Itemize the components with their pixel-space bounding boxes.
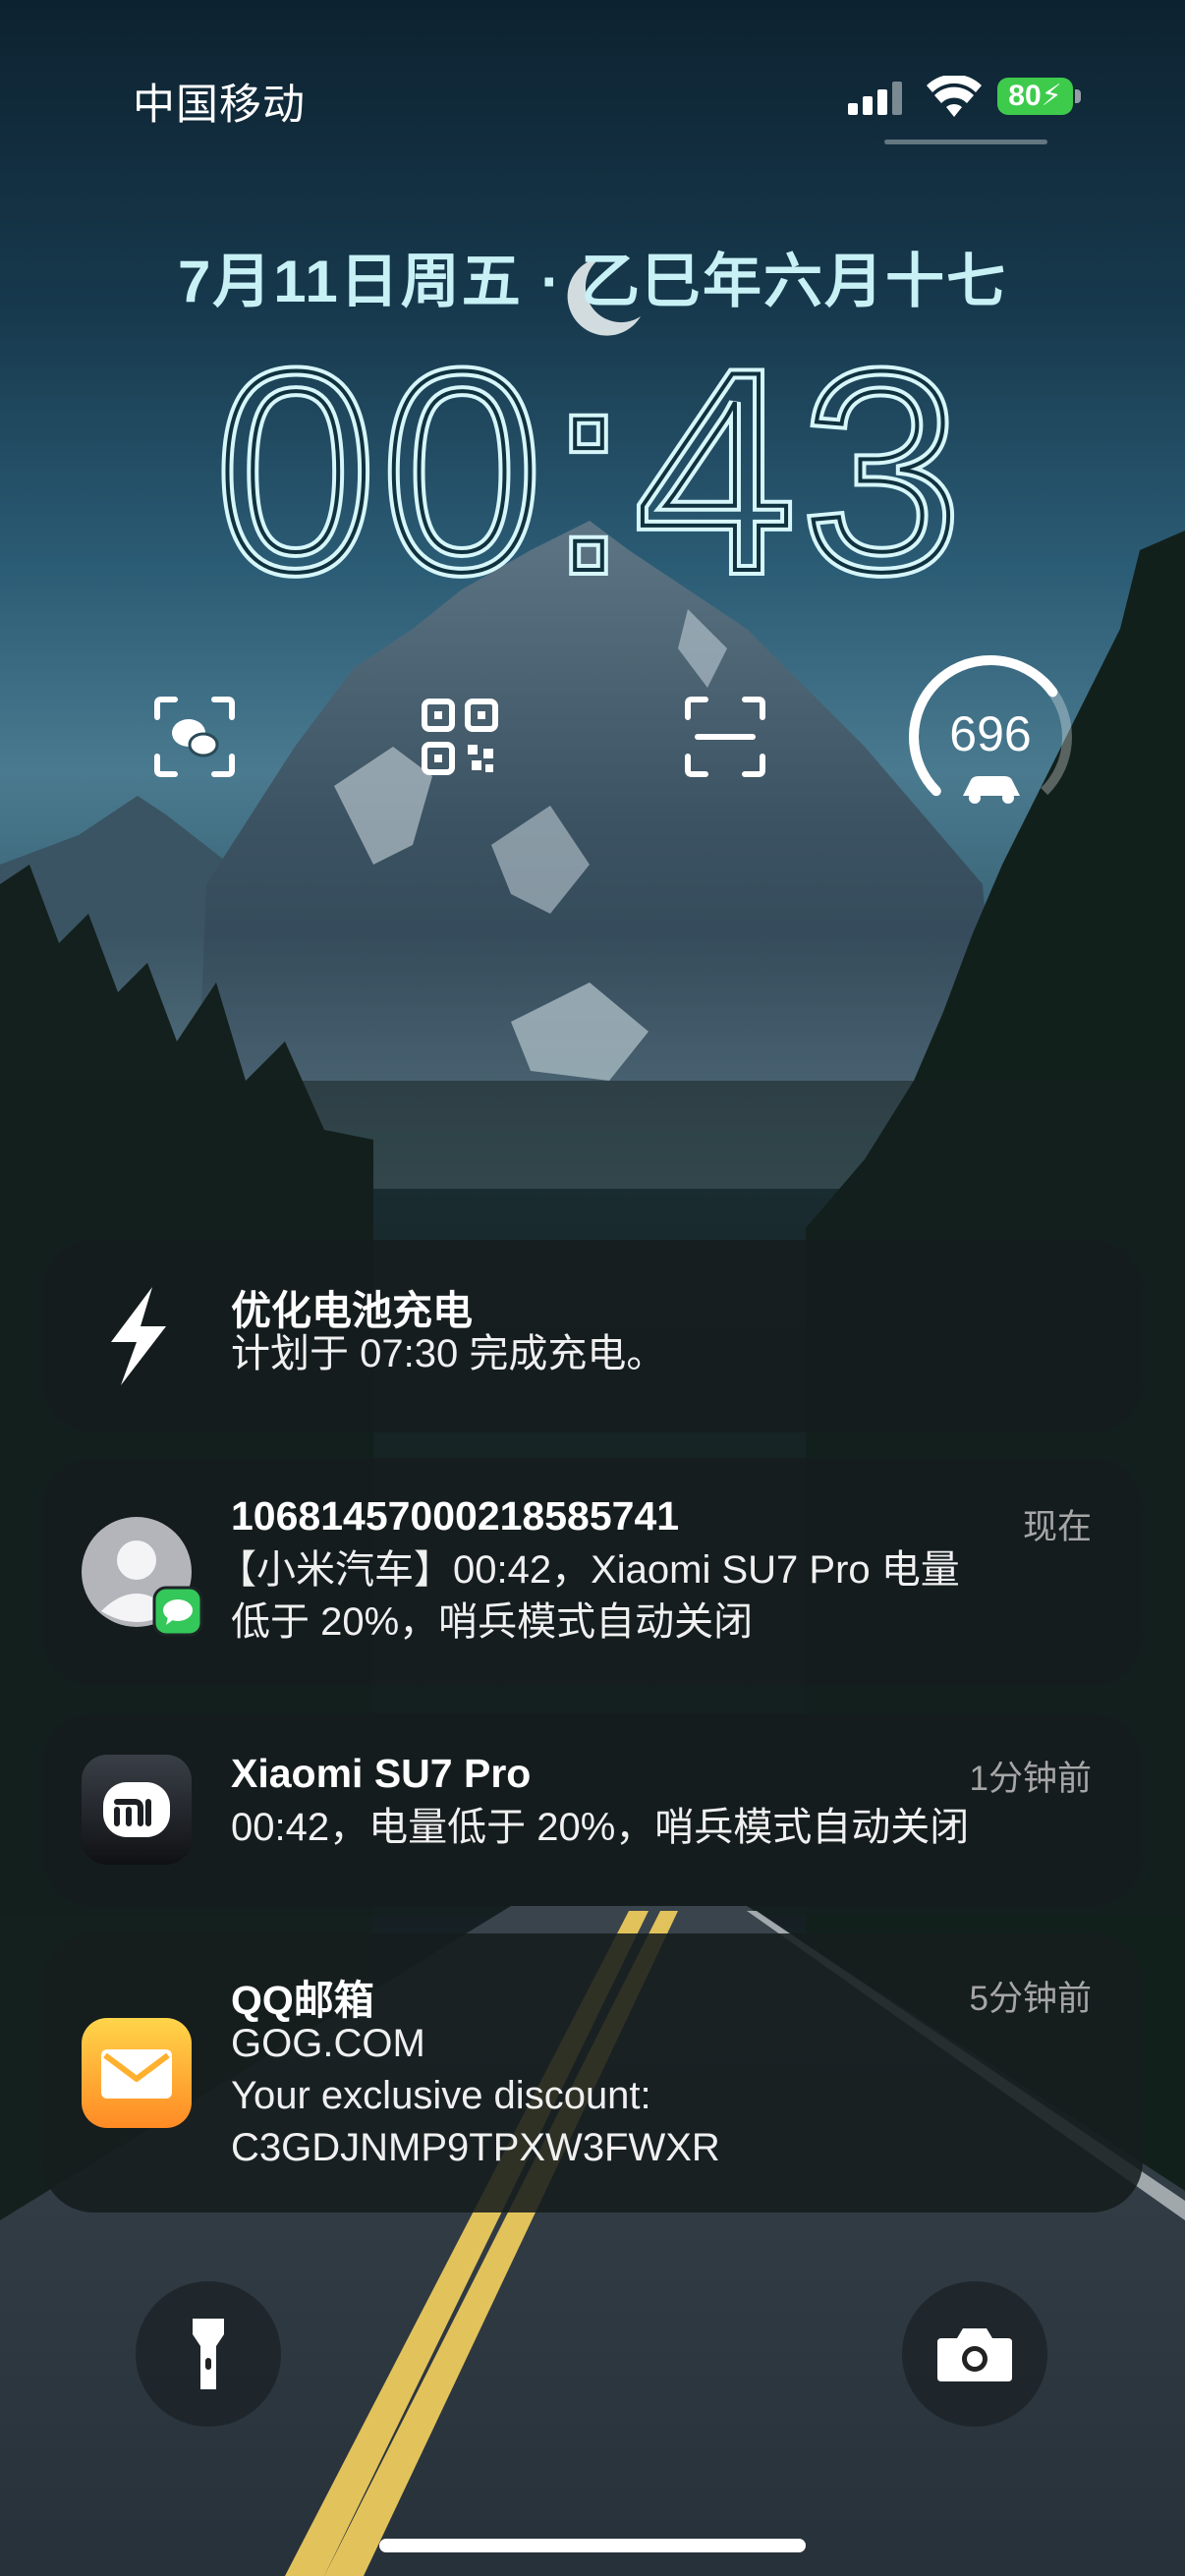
flashlight-button[interactable] [136,2281,281,2427]
status-indicator-bar [884,140,1047,144]
notification-body: Your exclusive discount: [231,2074,651,2117]
notification-body: 计划于 07:30 完成充电。 [231,1332,666,1375]
qr-code-icon[interactable] [419,696,501,778]
lightning-icon [111,1287,166,1385]
mail-icon [82,2018,192,2128]
message-badge-icon [152,1586,203,1637]
notification-battery[interactable]: 优化电池充电 计划于 07:30 完成充电。 [42,1240,1143,1432]
notification-body: 【小米汽车】00:42，Xiaomi SU7 Pro 电量 [217,1548,960,1592]
lunar-date: 7月11日周五 · 乙巳年六月十七 [177,249,1008,314]
signal-icon [848,82,902,115]
home-indicator[interactable] [379,2539,806,2552]
camera-icon [937,2328,1012,2381]
lock-screen: 中国移动 80⚡ 7月11日周五 · 乙巳年六月十七 00:43 00:43 6… [0,0,1185,2576]
notification-body: GOG.COM [231,2022,425,2065]
clock-time: 00:43 00:43 [210,324,969,599]
wechat-scan-icon[interactable] [153,696,236,778]
notification-title: QQ邮箱 [231,1978,374,2023]
notification-time: 5分钟前 [969,1980,1092,2018]
notification-title: 10681457000218585741 [231,1493,680,1539]
notification-title: Xiaomi SU7 Pro [231,1751,532,1796]
notification-sms[interactable]: 10681457000218585741 现在 【小米汽车】00:42，Xiao… [42,1458,1143,1686]
contact-avatar-icon [82,1517,203,1637]
svg-text:00:43: 00:43 [216,324,969,599]
flashlight-icon [193,2319,224,2389]
notification-qqmail[interactable]: QQ邮箱 5分钟前 GOG.COM Your exclusive discoun… [42,1933,1143,2212]
scan-icon[interactable] [684,696,766,778]
battery-level: 80 [1008,80,1042,112]
car-range-value: 696 [949,706,1032,761]
notification-body: C3GDJNMP9TPXW3FWXR [231,2126,720,2169]
notification-time: 现在 [1022,1508,1092,1546]
carrier-name: 中国移动 [133,82,306,129]
notification-title: 优化电池充电 [231,1288,473,1333]
camera-button[interactable] [902,2281,1047,2427]
xiaomi-logo-icon [82,1755,192,1865]
notification-xiaomi[interactable]: Xiaomi SU7 Pro 1分钟前 00:42，电量低于 20%，哨兵模式自… [42,1713,1143,1906]
wifi-icon [927,76,982,117]
battery-charging-icon: 80⚡ [997,78,1082,115]
notification-body: 低于 20%，哨兵模式自动关闭 [231,1600,754,1644]
notification-time: 1分钟前 [969,1760,1092,1798]
notification-body: 00:42，电量低于 20%，哨兵模式自动关闭 [231,1806,970,1849]
